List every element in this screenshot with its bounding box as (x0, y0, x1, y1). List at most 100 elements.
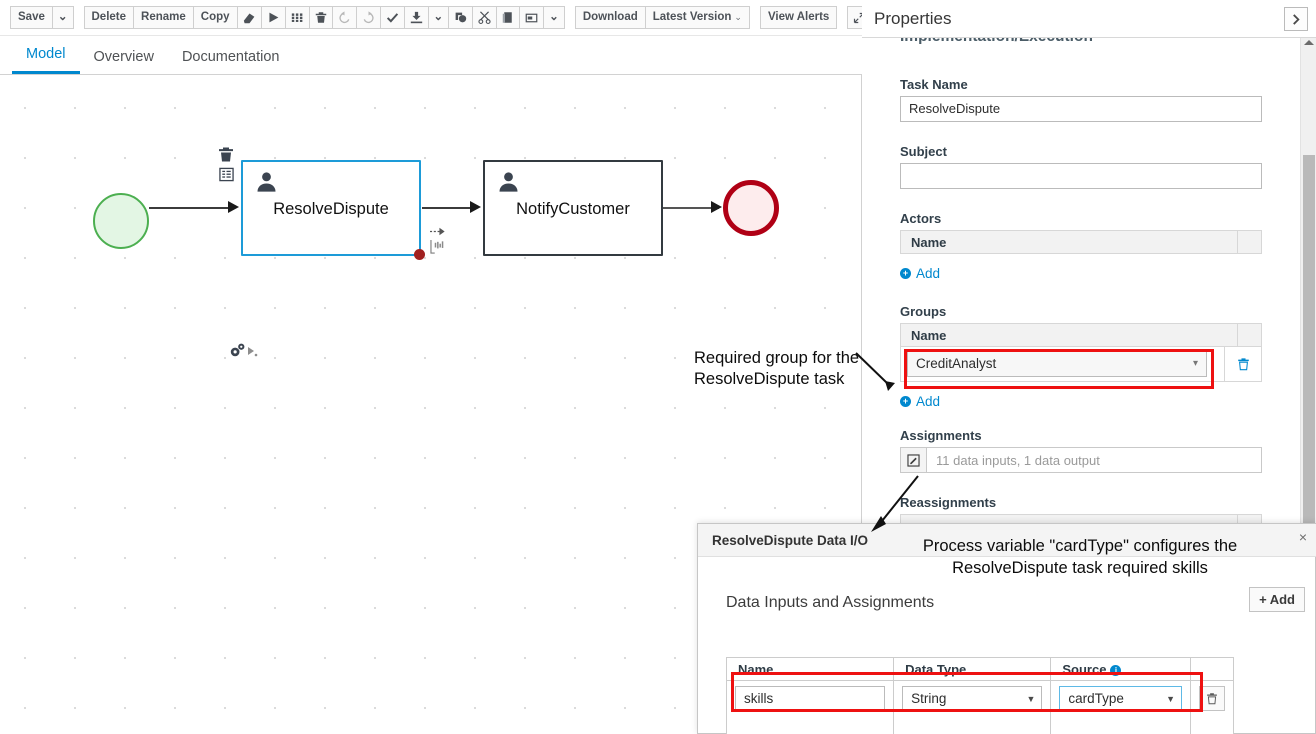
undo-icon[interactable] (332, 6, 357, 29)
scroll-up-arrow-icon[interactable] (1304, 40, 1314, 45)
morph-icon[interactable] (246, 344, 258, 362)
annotation-required-group-line2: ResolveDispute task (694, 369, 861, 390)
editor-tabs: Model Overview Documentation (0, 36, 862, 75)
plus-icon: + (1259, 592, 1267, 607)
section-heading-implementation: Implementation/Execution (900, 38, 1093, 44)
subject-label: Subject (900, 144, 1262, 159)
tab-documentation[interactable]: Documentation (168, 49, 294, 74)
chevron-right-icon[interactable] (1284, 7, 1308, 31)
chevron-down-icon: ⌄ (734, 13, 742, 22)
data-input-source-value: cardType (1068, 687, 1124, 711)
actors-add-button[interactable]: + Add (900, 266, 940, 281)
add-data-input-label: Add (1270, 592, 1295, 607)
grid-icon[interactable] (285, 6, 310, 29)
data-inputs-table: Name Data Type Sourcei skills (726, 657, 1234, 734)
save-dropdown-caret[interactable]: ⌄ (52, 6, 74, 29)
groups-value-select[interactable]: CreditAnalyst ▾ (907, 351, 1207, 377)
download-button[interactable]: Download (575, 6, 646, 29)
delete-data-input-button[interactable] (1199, 686, 1225, 711)
assignments-summary[interactable]: 11 data inputs, 1 data output (927, 448, 1261, 472)
cut-icon[interactable] (472, 6, 497, 29)
close-icon[interactable]: × (1299, 529, 1307, 545)
editor-toolbar: Save ⌄ Delete Rename Copy (0, 0, 862, 36)
reassignments-label: Reassignments (900, 495, 1262, 510)
subject-input[interactable] (900, 163, 1262, 189)
import-caret[interactable]: ⌄ (428, 6, 450, 29)
data-input-type-value: String (911, 687, 946, 711)
data-input-source-select[interactable]: cardType ▼ (1059, 686, 1182, 712)
chevron-down-icon: ▾ (1193, 352, 1198, 376)
task-notify-customer-label: NotifyCustomer (485, 200, 661, 219)
column-source: Sourcei (1051, 658, 1191, 681)
groups-table-row: CreditAnalyst ▾ (900, 347, 1262, 382)
data-io-dialog-title: ResolveDispute Data I/O (712, 533, 868, 548)
pencil-square-icon[interactable] (901, 448, 927, 472)
play-icon[interactable] (261, 6, 286, 29)
redo-icon[interactable] (356, 6, 381, 29)
copy-button[interactable]: Copy (193, 6, 238, 29)
import-icon[interactable] (404, 6, 429, 29)
save-button[interactable]: Save (10, 6, 53, 29)
delete-icon[interactable] (309, 6, 333, 29)
end-event[interactable] (723, 180, 779, 236)
form-icon[interactable] (519, 6, 544, 29)
add-data-input-button[interactable]: + Add (1249, 587, 1305, 612)
actors-table-header: Name (900, 230, 1262, 254)
start-event[interactable] (93, 193, 149, 249)
groups-label: Groups (900, 304, 1262, 319)
save-group: Save ⌄ (10, 6, 74, 29)
cell-source: cardType ▼ (1051, 681, 1191, 717)
form-icon[interactable] (219, 167, 234, 187)
task-resolve-dispute[interactable]: ResolveDispute (241, 160, 421, 256)
column-actions (1190, 658, 1233, 681)
info-icon[interactable]: i (1110, 665, 1121, 676)
groups-add-button[interactable]: + Add (900, 394, 940, 409)
annotation-required-group: Required group for the ResolveDispute ta… (694, 348, 861, 390)
data-inputs-section-title: Data Inputs and Assignments (726, 594, 934, 612)
column-data-type: Data Type (894, 658, 1051, 681)
sequence-flow-1[interactable] (149, 207, 231, 209)
task-type-icon[interactable] (430, 239, 447, 260)
annotation-arrow-assignments (868, 474, 923, 536)
groups-column-name: Name (901, 328, 1237, 343)
tab-overview[interactable]: Overview (80, 49, 168, 74)
trash-icon[interactable] (218, 146, 234, 168)
paste-icon[interactable] (496, 6, 520, 29)
duplicate-icon[interactable] (448, 6, 473, 29)
version-dropdown[interactable]: Latest Version ⌄ (645, 6, 750, 29)
actors-label: Actors (900, 211, 1262, 226)
data-inputs-table-header: Name Data Type Sourcei (727, 658, 1234, 681)
cell-actions (1190, 717, 1233, 734)
groups-delete-button[interactable] (1224, 347, 1261, 381)
form-caret[interactable]: ⌄ (543, 6, 565, 29)
task-name-input[interactable]: ResolveDispute (900, 96, 1262, 122)
groups-add-label: Add (916, 394, 940, 409)
tab-model[interactable]: Model (12, 46, 80, 74)
sequence-flow-2[interactable] (422, 207, 477, 209)
trash-icon (1237, 357, 1250, 371)
page-title: Properties (874, 9, 951, 29)
cell-name: skills (727, 681, 894, 717)
task-notify-customer[interactable]: NotifyCustomer (483, 160, 663, 256)
view-alerts-button[interactable]: View Alerts (760, 6, 837, 29)
sequence-flow-2-arrow (470, 201, 481, 213)
task-resolve-dispute-label: ResolveDispute (243, 200, 419, 219)
task-name-label: Task Name (900, 77, 1262, 92)
validate-check-icon[interactable] (380, 6, 405, 29)
column-source-label: Source (1062, 662, 1106, 677)
download-group: Download Latest Version ⌄ (575, 6, 750, 29)
gears-icon[interactable] (229, 342, 246, 364)
eraser-icon[interactable] (237, 6, 262, 29)
sequence-flow-1-arrow (228, 201, 239, 213)
data-input-type-select[interactable]: String ▼ (902, 686, 1042, 712)
data-input-name-input[interactable]: skills (735, 686, 885, 712)
groups-column-actions (1237, 324, 1261, 346)
edit-group: Delete Rename Copy (84, 6, 565, 29)
groups-value-label: CreditAnalyst (916, 352, 996, 376)
properties-header: Properties (862, 0, 1316, 38)
rename-button[interactable]: Rename (133, 6, 194, 29)
delete-button[interactable]: Delete (84, 6, 135, 29)
alerts-group: View Alerts (760, 6, 837, 29)
cell-data-type (894, 717, 1051, 734)
task-resize-handle[interactable] (414, 249, 425, 260)
